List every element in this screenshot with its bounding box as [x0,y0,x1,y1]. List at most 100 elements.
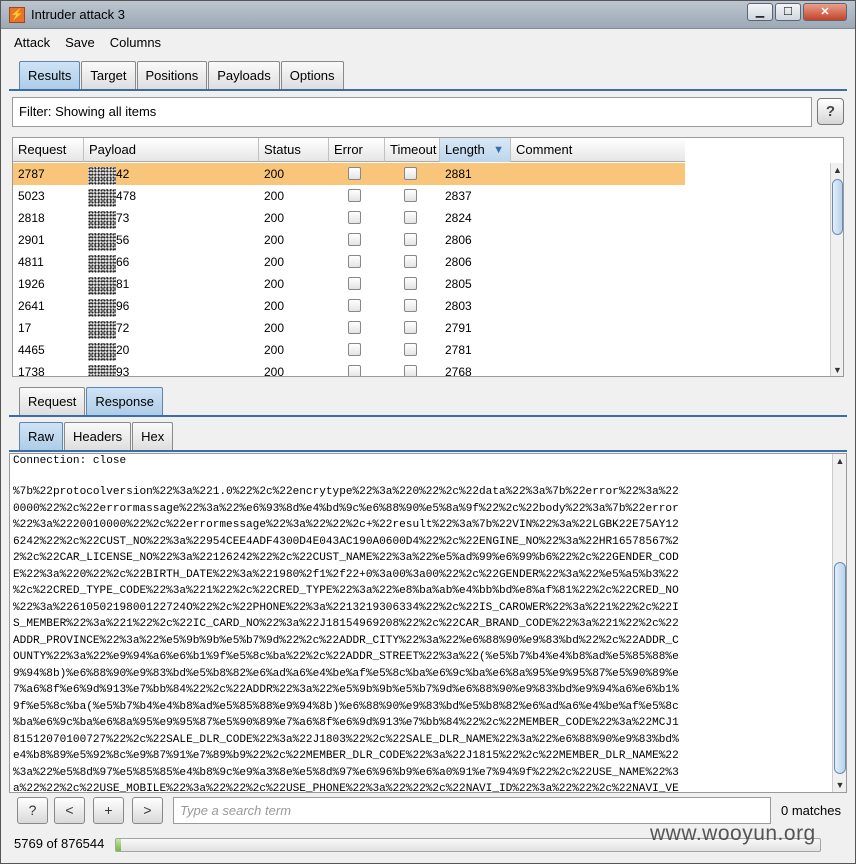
tab-results[interactable]: Results [19,61,81,89]
menu-columns[interactable]: Columns [107,33,164,53]
table-row[interactable]: 4811 66 200 2806 [13,251,685,273]
results-scrollbar[interactable]: ▲ ▼ [830,163,843,376]
col-comment[interactable]: Comment [511,138,685,162]
scroll-up-icon[interactable]: ▲ [833,454,846,468]
response-line: 0000%22%2c%22errormassage%22%3a%22%e6%93… [13,502,679,515]
response-line: OUNTY%22%3a%22%e9%94%a6%e6%b1%9f%e5%8c%b… [13,651,679,663]
cell-error [329,229,385,251]
close-icon[interactable]: ✕ [803,3,847,21]
scroll-down-icon[interactable]: ▼ [831,363,843,376]
response-line: e4%b8%89%e5%92%8c%e9%87%91%e7%89%b9%22%2… [13,750,679,762]
table-row[interactable]: 2787 42 200 2881 [13,163,685,185]
detail-divider [9,415,847,417]
col-length[interactable]: Length ▼ [440,138,511,162]
table-row[interactable]: 2641 96 200 2803 [13,295,685,317]
cell-timeout [385,361,440,376]
response-line: a%22%22%2c%22USE_MOBILE%22%3a%22%22%2c%2… [13,783,679,793]
cell-payload: 73 [84,207,259,229]
cell-payload: 56 [84,229,259,251]
tab-response[interactable]: Response [86,387,163,415]
col-status[interactable]: Status [259,138,329,162]
redacted-payload-icon [88,166,116,185]
tab-headers[interactable]: Headers [64,422,132,450]
payload-visible-text: 66 [116,255,130,269]
prev-match-button[interactable]: < [54,797,85,824]
filter-bar[interactable]: Filter: Showing all items [12,97,812,127]
checkbox-icon [348,321,361,334]
response-line: Connection: close [13,455,127,467]
cell-comment [511,317,685,339]
response-line: 9%94%8b)%e6%88%90%e9%83%bd%e5%b8%82%e6%a… [13,667,679,680]
maximize-icon[interactable]: ☐ [775,3,801,21]
tab-request[interactable]: Request [19,387,86,415]
search-input[interactable]: Type a search term [173,797,771,824]
table-row[interactable]: 1926 81 200 2805 [13,273,685,295]
redacted-payload-icon [88,342,116,361]
table-row[interactable]: 17 72 200 2791 [13,317,685,339]
table-row[interactable]: 2818 73 200 2824 [13,207,685,229]
cell-timeout [385,295,440,317]
scroll-up-icon[interactable]: ▲ [831,163,843,177]
col-error[interactable]: Error [329,138,385,162]
cell-length: 2881 [445,167,472,181]
cell-error [329,361,385,376]
cell-length: 2781 [445,343,472,357]
col-payload[interactable]: Payload [84,138,259,162]
cell-request: 2787 [18,167,45,181]
progress-text: 5769 of 876544 [14,836,105,851]
table-row[interactable]: 2901 56 200 2806 [13,229,685,251]
cell-request: 2901 [18,233,45,247]
checkbox-icon [348,211,361,224]
tab-target[interactable]: Target [81,61,136,89]
search-help-button[interactable]: ? [17,797,48,824]
checkbox-icon [348,167,361,180]
redacted-payload-icon [88,276,116,295]
col-timeout[interactable]: Timeout [385,138,440,162]
cell-timeout [385,339,440,361]
cell-timeout [385,229,440,251]
cell-comment [511,295,685,317]
scroll-down-icon[interactable]: ▼ [833,778,846,792]
response-line: %22%3a%2261050219800122724O%22%2c%22PHON… [13,601,679,614]
payload-visible-text: 96 [116,299,130,313]
checkbox-icon [404,189,417,202]
table-row[interactable]: 5023 478 200 2837 [13,185,685,207]
col-request[interactable]: Request [13,138,84,162]
table-row[interactable]: 1738 93 200 2768 [13,361,685,376]
tab-hex[interactable]: Hex [132,422,174,450]
redacted-payload-icon [88,210,116,229]
cell-payload: 93 [84,361,259,376]
redacted-payload-icon [88,232,116,251]
tab-options[interactable]: Options [280,61,344,89]
cell-request: 4811 [18,255,44,269]
response-scroll-thumb[interactable] [834,562,846,774]
cell-length: 2806 [445,255,472,269]
window-title: Intruder attack 3 [31,7,125,22]
response-viewer[interactable]: Connection: close %7b%22protocolversion%2… [9,453,847,793]
filter-help-button[interactable]: ? [817,98,844,125]
checkbox-icon [404,321,417,334]
response-line: E%22%3a%220%22%2c%22BIRTH_DATE%22%3a%221… [13,568,679,581]
minimize-icon[interactable]: ▁ [747,3,773,21]
checkbox-icon [348,343,361,356]
results-scroll-thumb[interactable] [832,179,843,235]
cell-comment [511,339,685,361]
response-scrollbar[interactable]: ▲ ▼ [832,454,846,792]
cell-payload: 81 [84,273,259,295]
cell-timeout [385,185,440,207]
tab-payloads[interactable]: Payloads [208,61,280,89]
table-row[interactable]: 4465 20 200 2781 [13,339,685,361]
menu-attack[interactable]: Attack [11,33,53,53]
cell-error [329,295,385,317]
tab-raw[interactable]: Raw [19,422,64,450]
checkbox-icon [404,255,417,268]
tab-positions[interactable]: Positions [136,61,208,89]
next-match-button[interactable]: > [132,797,163,824]
add-button[interactable]: + [93,797,124,824]
sort-descending-icon: ▼ [493,144,504,156]
menu-save[interactable]: Save [62,33,98,53]
response-line: 7%a6%8f%e6%9d%913%e7%bb%84%22%2c%22ADDR%… [13,684,679,696]
results-table: Request Payload Status Error Timeout Len… [12,137,844,377]
cell-status: 200 [264,167,285,181]
cell-comment [511,163,685,185]
